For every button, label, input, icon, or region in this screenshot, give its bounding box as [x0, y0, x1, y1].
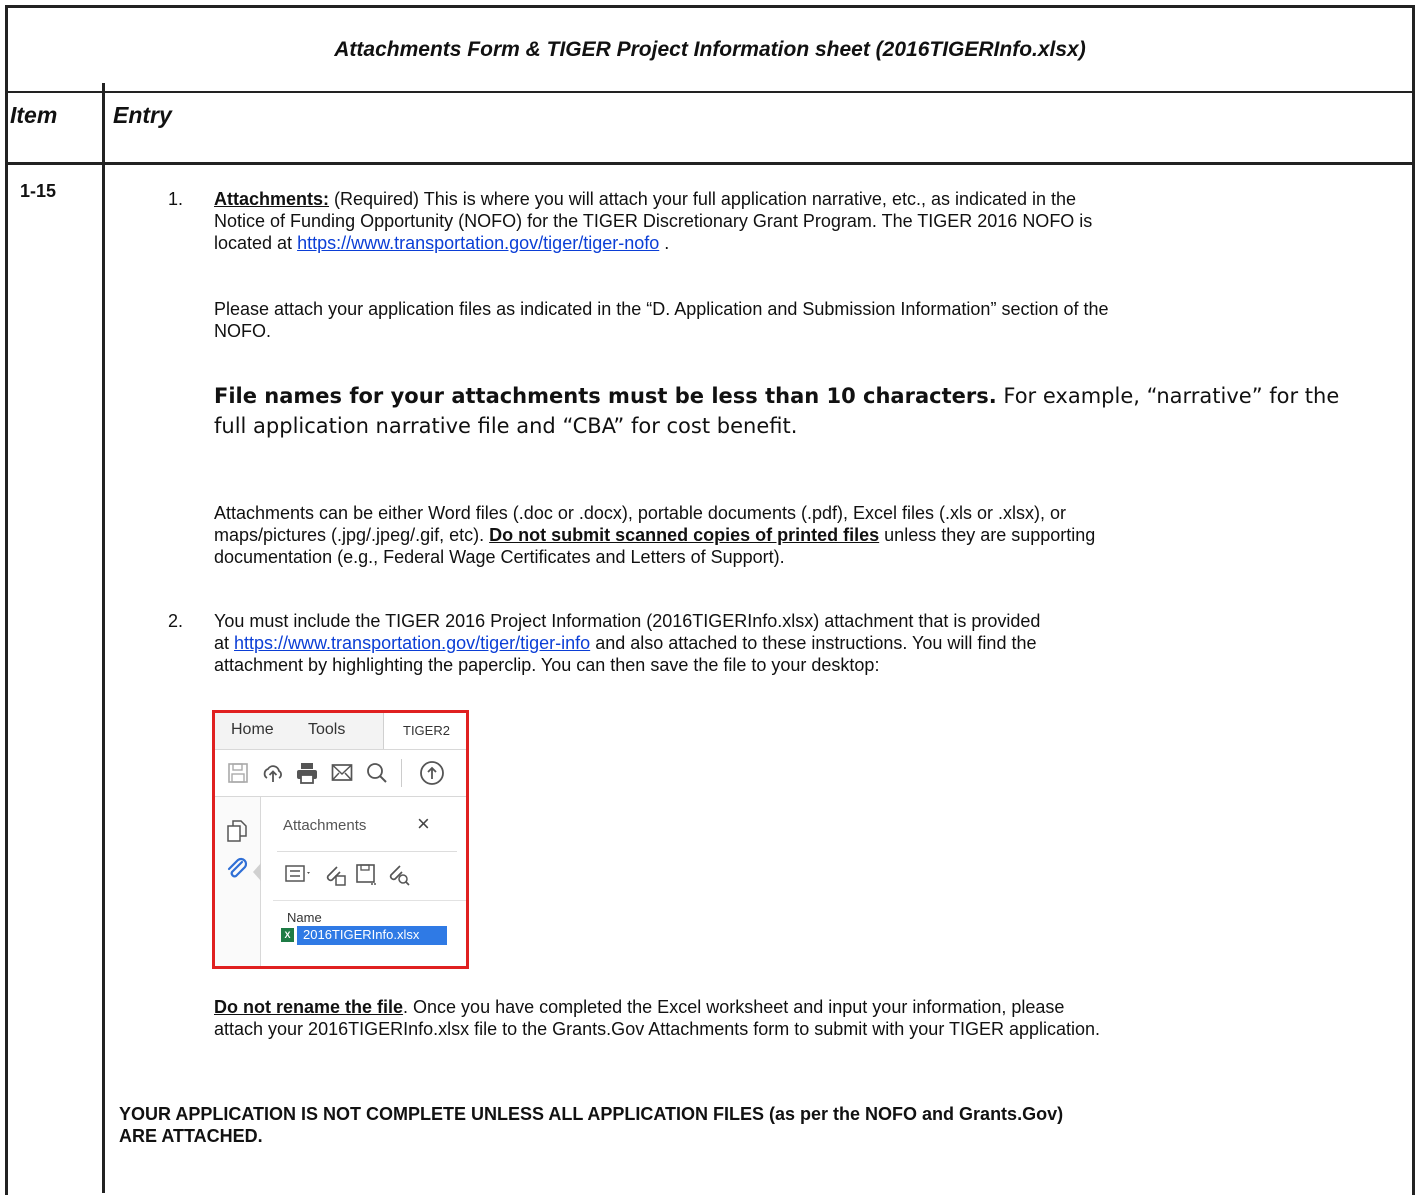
attach-instructions-paragraph: Please attach your application files as …	[214, 298, 1109, 342]
tab-tools[interactable]: Tools	[308, 721, 345, 739]
p6-line1: . Once you have completed the Excel work…	[403, 997, 1065, 1017]
active-indicator	[253, 863, 261, 881]
p2-line1: Please attach your application files as …	[214, 299, 1109, 319]
add-attachment-icon[interactable]	[323, 863, 347, 887]
email-icon[interactable]	[331, 763, 353, 783]
navigation-sidebar	[215, 797, 261, 966]
p3-rest2: full application narrative file and “CBA…	[214, 414, 798, 438]
scanned-warning: Do not submit scanned copies of printed …	[489, 525, 880, 545]
options-menu-icon[interactable]	[285, 863, 313, 885]
attachments-paragraph: Attachments: (Required) This is where yo…	[214, 188, 1092, 254]
project-info-paragraph: You must include the TIGER 2016 Project …	[214, 610, 1040, 676]
p7-line1: YOUR APPLICATION IS NOT COMPLETE UNLESS …	[119, 1104, 1064, 1124]
save-icon[interactable]	[227, 762, 249, 784]
p5-line3: attachment by highlighting the paperclip…	[214, 655, 880, 675]
tiger-info-link[interactable]: https://www.transportation.gov/tiger/tig…	[234, 633, 590, 653]
attachments-label: Attachments:	[214, 189, 330, 209]
pages-icon[interactable]	[226, 819, 248, 843]
rename-warning-bold: Do not rename the file	[214, 997, 404, 1017]
p1-text-b: Notice of Funding Opportunity (NOFO) for…	[214, 211, 1093, 231]
search-attachment-icon[interactable]	[387, 863, 411, 887]
list-number-1: 1.	[168, 189, 184, 209]
rename-warning-paragraph: Do not rename the file. Once you have co…	[214, 996, 1100, 1040]
header-entry: Entry	[113, 102, 172, 128]
filename-rule-bold: File names for your attachments must be …	[214, 384, 997, 408]
p4-line1: Attachments can be either Word files (.d…	[214, 503, 1066, 523]
file-types-paragraph: Attachments can be either Word files (.d…	[214, 502, 1095, 568]
save-attachment-icon[interactable]	[355, 863, 379, 887]
p5-line2a: at	[214, 633, 235, 653]
app-tabs: Home Tools TIGER2	[215, 713, 466, 750]
p4-line2b: unless they are supporting	[879, 525, 1096, 545]
filename-rule-paragraph: File names for your attachments must be …	[214, 381, 1339, 441]
toolbar	[215, 750, 466, 797]
column-divider	[102, 83, 105, 1193]
table-title: Attachments Form & TIGER Project Informa…	[8, 8, 1412, 93]
p4-line3: documentation (e.g., Federal Wage Certif…	[214, 547, 785, 567]
attachments-pane-screenshot: Home Tools TIGER2 Attachments × Name X 2…	[212, 710, 469, 969]
tab-document-label: TIGER2	[403, 723, 450, 738]
table-title-text: Attachments Form & TIGER Project Informa…	[334, 37, 1086, 61]
p2-line2: NOFO.	[214, 321, 271, 341]
p1-text-d: .	[659, 233, 670, 253]
p1-text-c: located at	[214, 233, 298, 253]
p7-line2: ARE ATTACHED.	[119, 1126, 263, 1146]
p3-rest1: For example, “narrative” for the	[996, 384, 1340, 408]
item-number: 1-15	[20, 181, 57, 201]
list-number-2: 2.	[168, 611, 184, 631]
upload-circle-icon[interactable]	[419, 760, 445, 786]
p1-text-a: (Required) This is where you will attach…	[329, 189, 1077, 209]
upload-cloud-icon[interactable]	[261, 761, 285, 785]
pane-divider	[277, 851, 457, 852]
header-item: Item	[10, 102, 58, 128]
attachment-file-name[interactable]: 2016TIGERInfo.xlsx	[303, 927, 419, 942]
search-icon[interactable]	[365, 761, 389, 785]
p6-line2: attach your 2016TIGERInfo.xlsx file to t…	[214, 1019, 1101, 1039]
nofo-link[interactable]: https://www.transportation.gov/tiger/tig…	[297, 233, 659, 253]
p4-line2a: maps/pictures (.jpg/.jpeg/.gif, etc).	[214, 525, 490, 545]
completion-notice: YOUR APPLICATION IS NOT COMPLETE UNLESS …	[119, 1103, 1063, 1147]
print-icon[interactable]	[295, 761, 319, 785]
name-column-header[interactable]: Name	[287, 910, 322, 925]
paperclip-icon[interactable]	[225, 857, 249, 881]
excel-file-icon: X	[281, 928, 294, 942]
tab-home[interactable]: Home	[231, 721, 274, 739]
p5-line2b: and also attached to these instructions.…	[590, 633, 1037, 653]
p5-line1: You must include the TIGER 2016 Project …	[214, 611, 1041, 631]
toolbar-separator	[401, 759, 402, 787]
header-row	[8, 91, 1412, 165]
close-icon[interactable]: ×	[417, 811, 430, 837]
attachments-pane-title: Attachments	[283, 817, 367, 834]
